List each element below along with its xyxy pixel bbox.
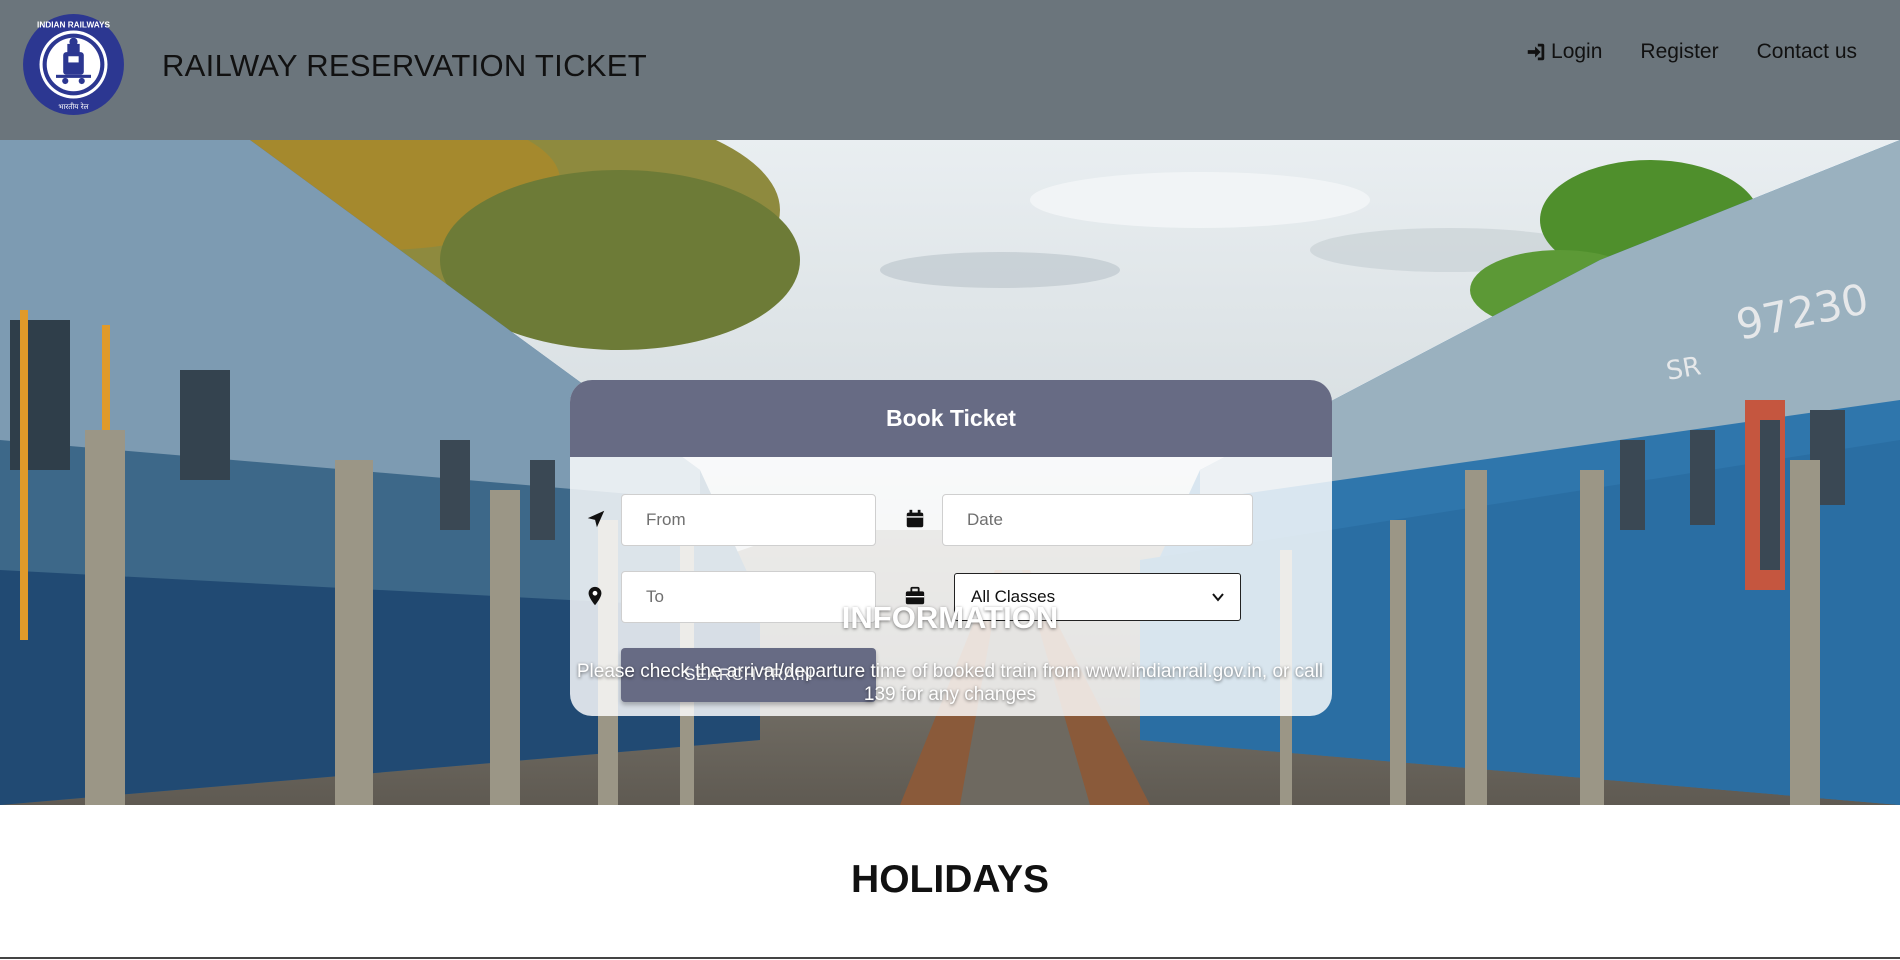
date-placeholder: Date	[967, 510, 1003, 529]
from-input[interactable]: From	[621, 494, 876, 546]
hero-banner: 97230 SR Book Ticket From Date To All Cl…	[0, 140, 1900, 805]
login-label: Login	[1551, 40, 1603, 63]
information-title: INFORMATION	[841, 600, 1059, 635]
information-text: Please check the arrival/departure time …	[576, 661, 1324, 705]
contact-link[interactable]: Contact us	[1757, 40, 1857, 64]
top-nav: Login Register Contact us	[1525, 40, 1857, 64]
sign-in-icon	[1527, 43, 1545, 61]
coach-code: SR	[1664, 351, 1703, 387]
indian-railways-logo[interactable]: INDIAN RAILWAYS भारतीय रेल	[22, 13, 125, 116]
date-input[interactable]: Date	[942, 494, 1253, 546]
top-header: INDIAN RAILWAYS भारतीय रेल RAILWAY RESER…	[0, 0, 1900, 140]
card-title: Book Ticket	[570, 380, 1332, 457]
holidays-heading: HOLIDAYS	[851, 858, 1049, 901]
calendar-icon	[906, 509, 924, 528]
from-placeholder: From	[646, 510, 686, 529]
section-divider	[0, 957, 1900, 959]
logo-hindi-text: भारतीय रेल	[58, 102, 88, 111]
register-link[interactable]: Register	[1640, 40, 1718, 64]
register-label: Register	[1640, 40, 1719, 63]
site-title: RAILWAY RESERVATION TICKET	[162, 48, 647, 83]
logo-ring-text: INDIAN RAILWAYS	[37, 20, 110, 29]
contact-label: Contact us	[1756, 40, 1857, 63]
login-link[interactable]: Login	[1525, 40, 1602, 64]
navigation-arrow-icon	[587, 510, 605, 528]
